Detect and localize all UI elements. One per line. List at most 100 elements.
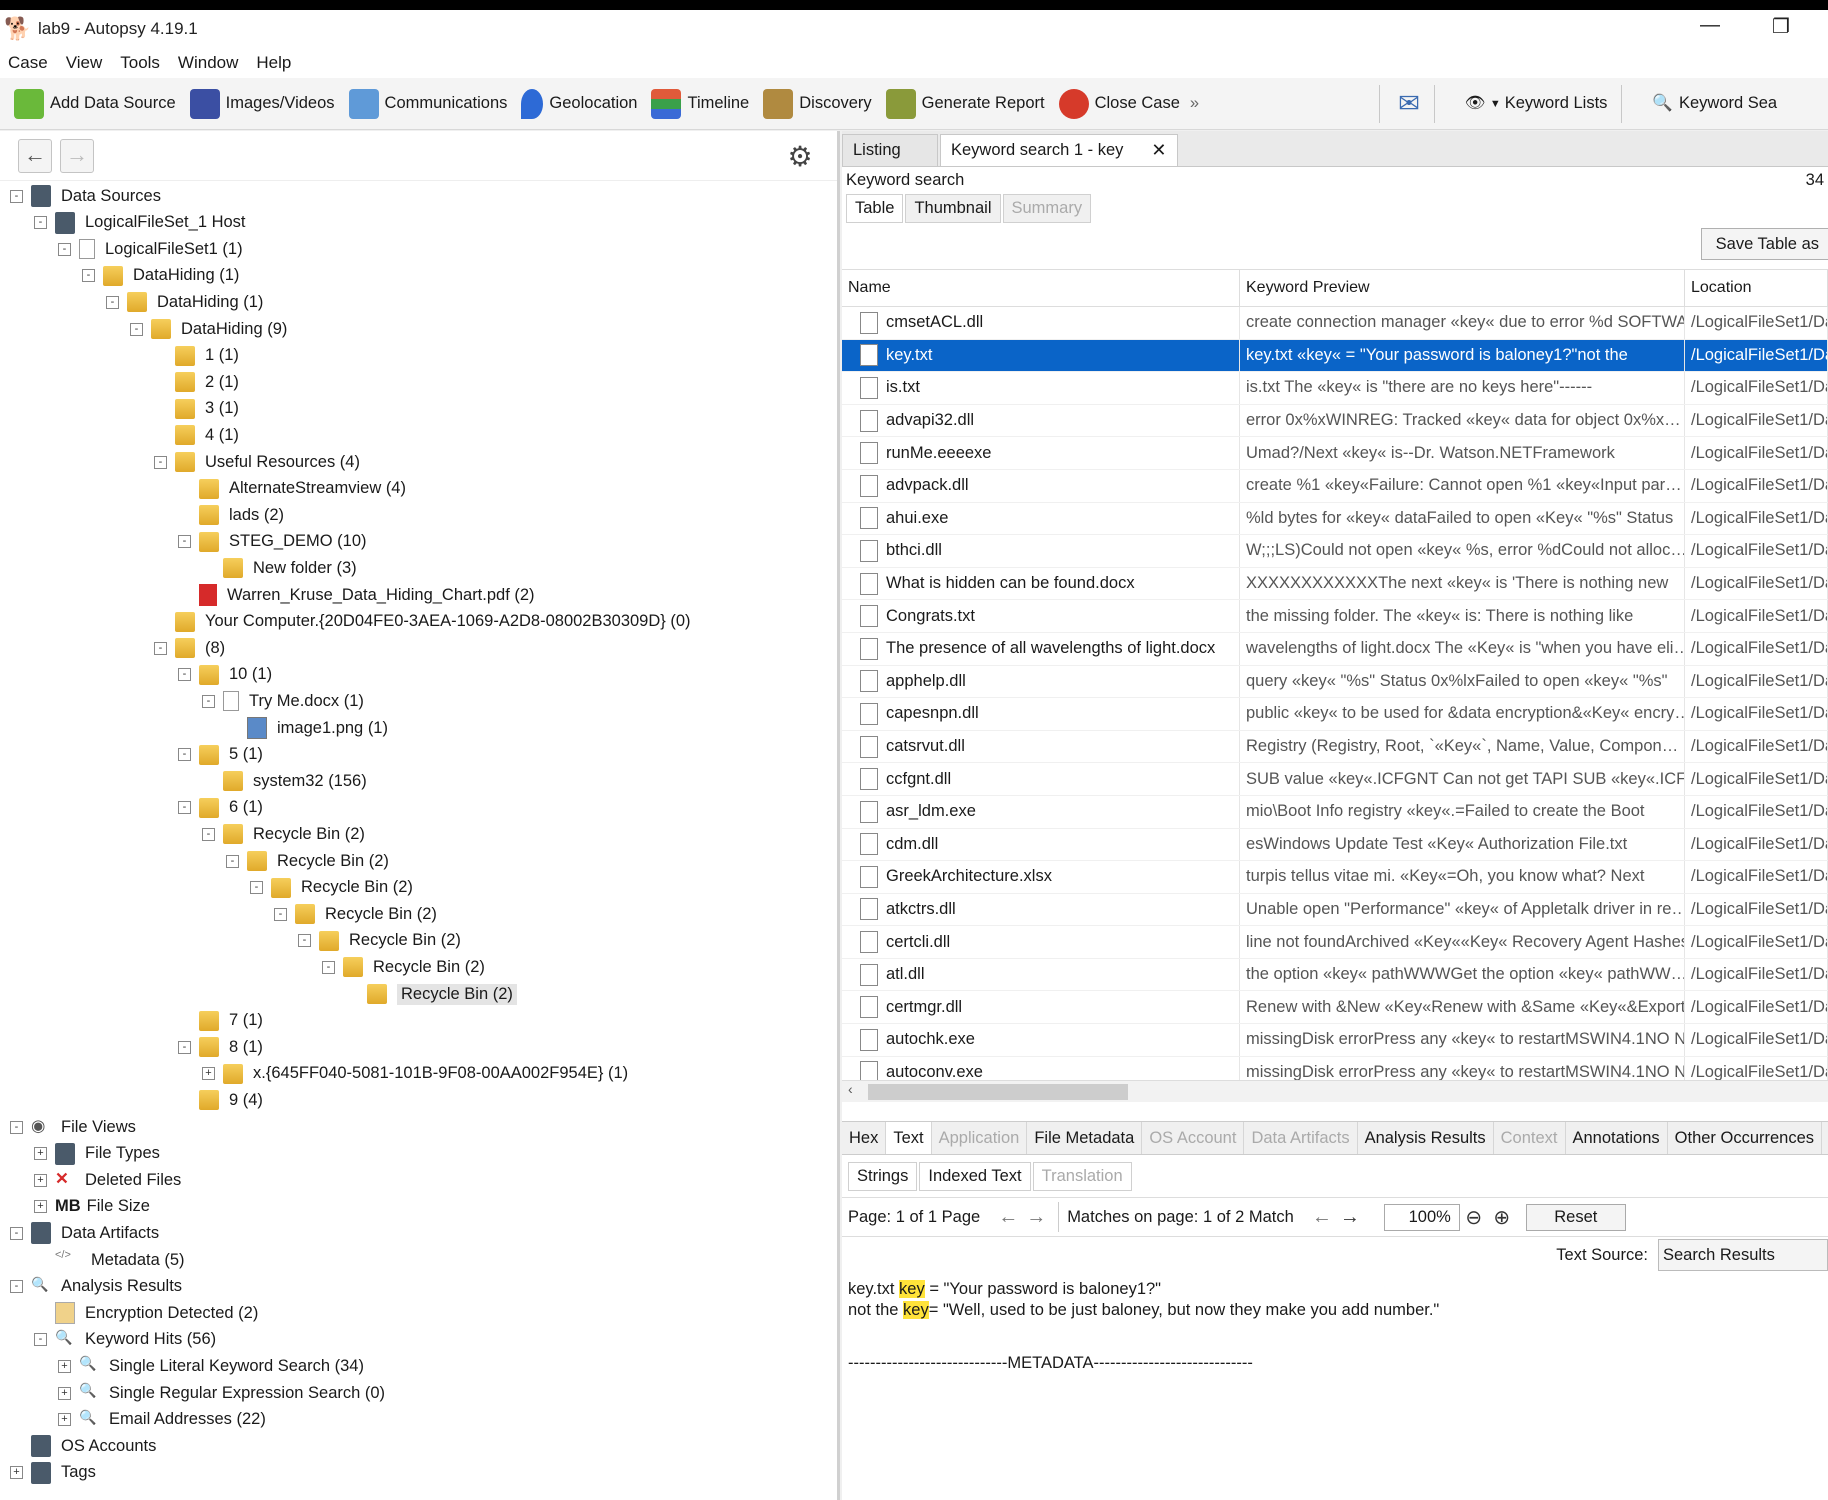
- tree-node[interactable]: + x.{645FF040-5081-101B-9F08-00AA002F954E…: [202, 1061, 628, 1087]
- discovery-button[interactable]: Discovery: [763, 88, 872, 119]
- table-row[interactable]: cmsetACL.dll create connection manager «k…: [842, 307, 1828, 340]
- table-row[interactable]: catsrvut.dll Registry (Registry, Root, `«…: [842, 730, 1828, 764]
- next-match-button[interactable]: →: [1336, 1206, 1364, 1229]
- tree-node[interactable]: - Data Sources: [10, 183, 161, 209]
- close-icon[interactable]: ✕: [1151, 140, 1166, 161]
- tree-node[interactable]: - Recycle Bin (2): [322, 954, 485, 980]
- tree-node[interactable]: lads (2): [178, 502, 284, 528]
- tree-node[interactable]: - ◉ File Views: [10, 1114, 136, 1140]
- table-row[interactable]: atkctrs.dll Unable open "Performance" «ke…: [842, 893, 1828, 927]
- collapse-icon[interactable]: -: [10, 1120, 23, 1134]
- table-row[interactable]: is.txt is.txt The «key« is "there are no …: [842, 372, 1828, 405]
- prev-match-button[interactable]: ←: [1308, 1206, 1336, 1229]
- tree-node[interactable]: image1.png (1): [226, 715, 388, 741]
- expand-icon[interactable]: +: [34, 1147, 47, 1161]
- table-row[interactable]: apphelp.dll query «key« "%s" Status 0x%lx…: [842, 665, 1828, 699]
- tree-node[interactable]: - Recycle Bin (2): [274, 901, 437, 927]
- timeline-button[interactable]: Timeline: [651, 88, 749, 119]
- tree-node[interactable]: - DataHiding (1): [106, 289, 263, 315]
- tree-node[interactable]: AlternateStreamview (4): [178, 476, 406, 502]
- expand-icon[interactable]: +: [58, 1386, 71, 1400]
- table-row[interactable]: runMe.eeeexe Umad?/Next «key« is--Dr. Wat…: [842, 437, 1828, 470]
- menu-window[interactable]: Window: [178, 53, 238, 73]
- tree-node[interactable]: Warren_Kruse_Data_Hiding_Chart.pdf (2): [178, 582, 535, 608]
- next-page-button[interactable]: →: [1022, 1206, 1050, 1229]
- table-row[interactable]: certcli.dll line not foundArchived «Key««…: [842, 926, 1828, 959]
- toolbar-overflow-button[interactable]: »: [1190, 94, 1199, 113]
- tab-viewer[interactable]: Analysis Results: [1358, 1122, 1494, 1154]
- collapse-icon[interactable]: -: [250, 881, 263, 895]
- collapse-icon[interactable]: -: [226, 854, 239, 868]
- scroll-left-icon[interactable]: ‹: [848, 1081, 853, 1097]
- table-row[interactable]: GreekArchitecture.xlsx turpis tellus vita…: [842, 861, 1828, 894]
- column-name[interactable]: Name: [842, 270, 1240, 306]
- tree-node[interactable]: 4 (1): [154, 422, 239, 448]
- tree-node[interactable]: + File Types: [34, 1141, 160, 1167]
- menu-tools[interactable]: Tools: [120, 53, 160, 73]
- tab-table[interactable]: Table: [846, 193, 904, 223]
- menu-help[interactable]: Help: [256, 53, 291, 73]
- collapse-icon[interactable]: -: [154, 641, 167, 655]
- tree-node[interactable]: + ✕ Deleted Files: [34, 1167, 181, 1193]
- tree-node[interactable]: </> Metadata (5): [34, 1247, 185, 1273]
- collapse-icon[interactable]: -: [298, 934, 311, 948]
- collapse-icon[interactable]: -: [202, 827, 215, 841]
- tab-text-mode[interactable]: Strings: [848, 1161, 918, 1191]
- tab-listing[interactable]: Listing: [842, 134, 938, 166]
- tab-viewer[interactable]: Text: [886, 1122, 932, 1154]
- generate-report-button[interactable]: Generate Report: [885, 88, 1045, 119]
- tree-node[interactable]: - 6 (1): [178, 795, 263, 821]
- restore-button[interactable]: ❐: [1772, 14, 1790, 39]
- expand-icon[interactable]: +: [58, 1413, 71, 1427]
- tab-viewer[interactable]: Hex: [842, 1122, 887, 1154]
- tree-node[interactable]: - 8 (1): [178, 1034, 263, 1060]
- collapse-icon[interactable]: -: [34, 1333, 47, 1347]
- back-button[interactable]: ←: [18, 138, 52, 173]
- tree-node[interactable]: - Recycle Bin (2): [226, 848, 389, 874]
- tab-viewer[interactable]: Other Occurrences: [1668, 1122, 1823, 1154]
- table-row[interactable]: asr_ldm.exe mio\Boot Info registry «key«.…: [842, 795, 1828, 829]
- collapse-icon[interactable]: -: [34, 216, 47, 230]
- table-row[interactable]: bthci.dll W;;;LS)Could not open «key« %s,…: [842, 535, 1828, 568]
- tree-node[interactable]: + MB File Size: [34, 1194, 150, 1220]
- collapse-icon[interactable]: -: [10, 1280, 23, 1294]
- tab-viewer[interactable]: Data Artifacts: [1244, 1122, 1358, 1154]
- tree-node[interactable]: - 🔍 Analysis Results: [10, 1274, 182, 1300]
- expand-icon[interactable]: +: [202, 1067, 215, 1081]
- tab-summary[interactable]: Summary: [1002, 193, 1092, 223]
- keyword-lists-button[interactable]: 👁 ▼ Keyword Lists: [1465, 94, 1608, 113]
- tree-node[interactable]: - Recycle Bin (2): [250, 875, 413, 901]
- tree-node[interactable]: Recycle Bin (2): [346, 981, 517, 1007]
- collapse-icon[interactable]: -: [10, 1226, 23, 1240]
- table-row[interactable]: What is hidden can be found.docx XXXXXXXX…: [842, 567, 1828, 601]
- tree-node[interactable]: - LogicalFileSet1 (1): [58, 236, 243, 262]
- expand-icon[interactable]: +: [34, 1173, 47, 1187]
- tab-viewer[interactable]: Annotations: [1566, 1122, 1668, 1154]
- minimize-button[interactable]: —: [1700, 14, 1720, 37]
- table-row[interactable]: The presence of all wavelengths of light…: [842, 632, 1828, 666]
- tab-viewer[interactable]: Context: [1494, 1122, 1566, 1154]
- tree-node[interactable]: 1 (1): [154, 343, 239, 369]
- collapse-icon[interactable]: -: [274, 907, 287, 921]
- table-row[interactable]: ahui.exe %ld bytes for «key« dataFailed t…: [842, 502, 1828, 536]
- table-row[interactable]: atl.dll the option «key« pathWWWGet the o…: [842, 958, 1828, 992]
- column-location[interactable]: Location: [1685, 270, 1828, 306]
- collapse-icon[interactable]: -: [178, 535, 191, 549]
- tree-node[interactable]: - 5 (1): [178, 742, 263, 768]
- tree-node[interactable]: + 🔍 Single Literal Keyword Search (34): [58, 1353, 364, 1379]
- table-row[interactable]: Congrats.txt the missing folder. The «key…: [842, 600, 1828, 633]
- collapse-icon[interactable]: -: [178, 1040, 191, 1054]
- tab-viewer[interactable]: OS Account: [1142, 1122, 1245, 1154]
- images-videos-button[interactable]: Images/Videos: [189, 88, 335, 119]
- tree-node[interactable]: - LogicalFileSet_1 Host: [34, 210, 246, 236]
- collapse-icon[interactable]: -: [130, 322, 143, 336]
- tab-thumbnail[interactable]: Thumbnail: [905, 193, 1001, 223]
- add-data-source-button[interactable]: Add Data Source: [14, 88, 176, 119]
- tab-text-mode[interactable]: Translation: [1032, 1161, 1132, 1191]
- collapse-icon[interactable]: -: [178, 801, 191, 815]
- tree-node[interactable]: - DataHiding (1): [82, 263, 239, 289]
- collapse-icon[interactable]: -: [82, 269, 95, 283]
- table-row[interactable]: advapi32.dll error 0x%xWINREG: Tracked «k…: [842, 404, 1828, 438]
- table-row[interactable]: advpack.dll create %1 «key«Failure: Canno…: [842, 469, 1828, 503]
- collapse-icon[interactable]: -: [106, 295, 119, 309]
